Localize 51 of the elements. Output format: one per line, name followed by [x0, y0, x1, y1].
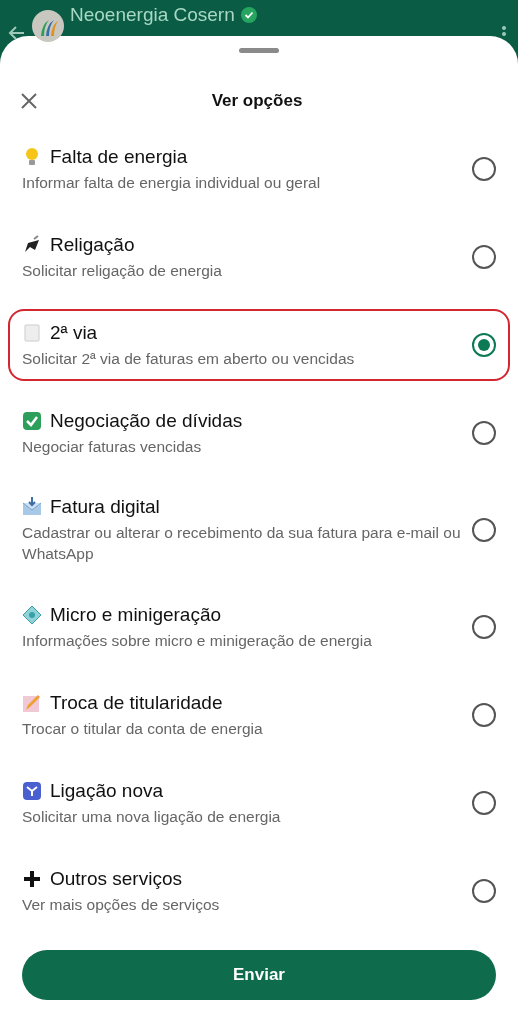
document-icon — [22, 322, 42, 343]
option-title: Micro e minigeração — [50, 603, 222, 626]
sheet-title: Ver opções — [210, 91, 304, 111]
option-item[interactable]: Ligação nova Solicitar uma nova ligação de energia — [8, 767, 510, 839]
option-item[interactable]: Fatura digital Cadastrar ou alterar o recebimento da sua fatura para e-mail ou WhatsApp — [8, 485, 510, 575]
option-title: 2ª via — [50, 321, 98, 344]
option-title: Outros serviços — [50, 867, 182, 890]
radio-button[interactable] — [472, 791, 496, 815]
plus-icon — [22, 868, 42, 889]
radio-button[interactable] — [472, 245, 496, 269]
option-title: Negociação de dívidas — [50, 409, 243, 432]
option-title: Ligação nova — [50, 779, 164, 802]
option-description: Cadastrar ou alterar o recebimento da sua fatura para e-mail ou WhatsApp — [22, 523, 462, 564]
option-title: Fatura digital — [50, 496, 160, 518]
option-item[interactable]: Religação Solicitar religação de energia — [8, 221, 510, 293]
option-description: Informações sobre micro e minigeração de energia — [22, 630, 373, 651]
connection-icon — [22, 780, 42, 801]
option-item[interactable]: Outros serviços Ver mais opções de serviços — [8, 855, 510, 927]
check-mark-icon — [22, 410, 42, 431]
radio-button[interactable] — [472, 518, 496, 542]
back-arrow-icon[interactable] — [8, 24, 26, 42]
option-description: Trocar o titular da conta de energia — [22, 718, 264, 739]
radio-button[interactable] — [472, 421, 496, 445]
option-description: Ver mais opções de serviços — [22, 894, 221, 915]
option-title: Religação — [50, 233, 135, 256]
radio-button[interactable] — [472, 333, 496, 357]
diamond-icon — [22, 604, 42, 625]
radio-button[interactable] — [472, 703, 496, 727]
option-description: Solicitar uma nova ligação de energia — [22, 806, 282, 827]
option-item[interactable]: Troca de titularidade Trocar o titular da conta de energia — [8, 679, 510, 751]
radio-button[interactable] — [472, 879, 496, 903]
option-title: Falta de energia — [50, 145, 188, 168]
radio-button[interactable] — [472, 615, 496, 639]
chat-title: Neoenergia Cosern — [70, 4, 235, 26]
option-item[interactable]: Falta de energia Informar falta de energia individual ou geral — [8, 133, 510, 205]
option-description: Informar falta de energia individual ou geral — [22, 172, 322, 193]
option-description: Solicitar religação de energia — [22, 260, 223, 281]
option-item[interactable]: Negociação de dívidas Negociar faturas vencidas — [8, 397, 510, 469]
plug-icon — [22, 234, 42, 255]
close-icon[interactable] — [20, 92, 38, 110]
option-title: Troca de titularidade — [50, 691, 223, 714]
option-description: Negociar faturas vencidas — [22, 436, 203, 457]
send-button[interactable]: Enviar — [22, 950, 496, 1000]
option-item[interactable]: Micro e minigeração Informações sobre micro e minigeração de energia — [8, 591, 510, 663]
avatar-logo-icon — [32, 10, 64, 42]
option-description: Solicitar 2ª via de faturas em aberto ou vencidas — [22, 348, 356, 369]
drag-handle[interactable] — [239, 48, 279, 53]
option-item[interactable]: 2ª via Solicitar 2ª via de faturas em aberto ou vencidas — [8, 309, 510, 381]
radio-button[interactable] — [472, 157, 496, 181]
pencil-icon — [22, 692, 42, 713]
envelope-icon — [22, 497, 42, 517]
